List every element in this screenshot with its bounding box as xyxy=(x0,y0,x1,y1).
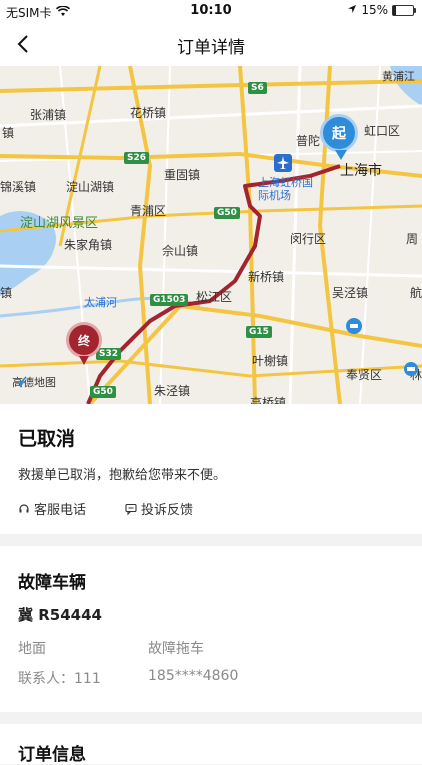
customer-service-label: 客服电话 xyxy=(34,503,87,518)
road-shield: S32 xyxy=(96,348,122,360)
map-place-label: 高桥镇 xyxy=(250,396,287,404)
map-place-label: 闵行区 xyxy=(290,232,327,246)
vehicle-plate: 冀 R54444 xyxy=(18,606,102,624)
order-status-card: 已取消 救援单已取消，抱歉给您带来不便。 客服电话 投诉反馈 xyxy=(0,404,422,534)
map-place-label: 吴泾镇 xyxy=(332,286,369,300)
amap-logo: 高德地图 xyxy=(12,374,56,390)
route-map[interactable]: 张浦镇 花桥镇 普陀 虹口区 黄浦江 上海市 镇 淀山湖镇 锦溪镇 重固镇 上海… xyxy=(0,66,422,404)
map-place-label: 佘山镇 xyxy=(162,244,199,258)
map-place-label: 虹口区 xyxy=(364,124,401,138)
map-place-label: 朱家角镇 xyxy=(64,238,113,252)
map-place-label: 上海市 xyxy=(340,163,382,179)
map-place-label: 松江区 xyxy=(196,290,233,304)
map-place-label: 重固镇 xyxy=(164,168,201,182)
map-place-label: 花桥镇 xyxy=(130,106,167,120)
road-shield: S26 xyxy=(124,152,150,164)
map-place-label: 黄浦江 xyxy=(382,70,415,83)
map-place-label: 普陀 xyxy=(296,134,321,148)
contact-name: 联系人：111 xyxy=(18,671,101,687)
end-marker-pin xyxy=(79,356,89,365)
river-label: 太浦河 xyxy=(84,296,117,309)
vehicle-section-title: 故障车辆 xyxy=(18,573,86,593)
complaint-button[interactable]: 投诉反馈 xyxy=(125,499,193,518)
map-place-label: 奉贤区 xyxy=(346,368,383,382)
road-shield: G50 xyxy=(90,386,116,398)
map-place-label: 朱泾镇 xyxy=(154,384,191,398)
comment-icon xyxy=(125,503,137,515)
road-shield: S6 xyxy=(248,82,267,94)
map-place-label: 镇 xyxy=(0,286,13,300)
order-info-title: 订单信息 xyxy=(18,745,86,765)
map-place-label: 航 xyxy=(410,286,422,300)
map-place-label: 新桥镇 xyxy=(248,270,285,284)
vehicle-location: 地面 xyxy=(18,641,46,657)
contact-phone[interactable]: 185****4860 xyxy=(148,668,238,684)
page-title: 订单详情 xyxy=(177,38,245,58)
map-place-label: 淀山湖风景区 xyxy=(20,216,99,231)
road-shield: G1503 xyxy=(150,294,189,306)
map-place-label: 周 xyxy=(406,232,419,246)
start-marker-pin xyxy=(335,150,347,160)
road-shield: G50 xyxy=(214,207,240,219)
order-info-card: 订单信息 xyxy=(0,724,422,765)
map-place-label: 张浦镇 xyxy=(30,108,67,122)
battery-icon xyxy=(392,4,416,16)
end-marker: 终 xyxy=(66,322,102,358)
road-shield: G15 xyxy=(246,326,272,338)
amap-arrow-icon xyxy=(14,376,26,388)
map-place-label: 淀山湖镇 xyxy=(66,180,115,194)
order-status-description: 救援单已取消，抱歉给您带来不便。 xyxy=(18,468,227,483)
nav-bar: 订单详情 xyxy=(0,22,422,66)
order-status-title: 已取消 xyxy=(18,428,76,450)
map-place-label: 青浦区 xyxy=(130,204,167,218)
battery-percent: 15% xyxy=(361,3,388,17)
headset-icon xyxy=(19,503,29,512)
customer-service-button[interactable]: 客服电话 xyxy=(18,499,86,518)
airport-label: 上海虹桥国际机场 xyxy=(258,176,313,202)
map-place-label: 锦溪镇 xyxy=(0,180,37,194)
service-type: 故障拖车 xyxy=(148,641,204,657)
map-place-label: 镇 xyxy=(2,126,15,140)
vehicle-card: 故障车辆 冀 R54444 地面 故障拖车 联系人：111 185****486… xyxy=(0,546,422,712)
start-marker: 起 xyxy=(320,114,358,152)
map-place-label: 叶榭镇 xyxy=(252,354,289,368)
status-bar: 无SIM卡 10:10 15% xyxy=(0,0,422,22)
location-arrow-icon xyxy=(347,3,357,17)
complaint-label: 投诉反馈 xyxy=(141,503,194,518)
